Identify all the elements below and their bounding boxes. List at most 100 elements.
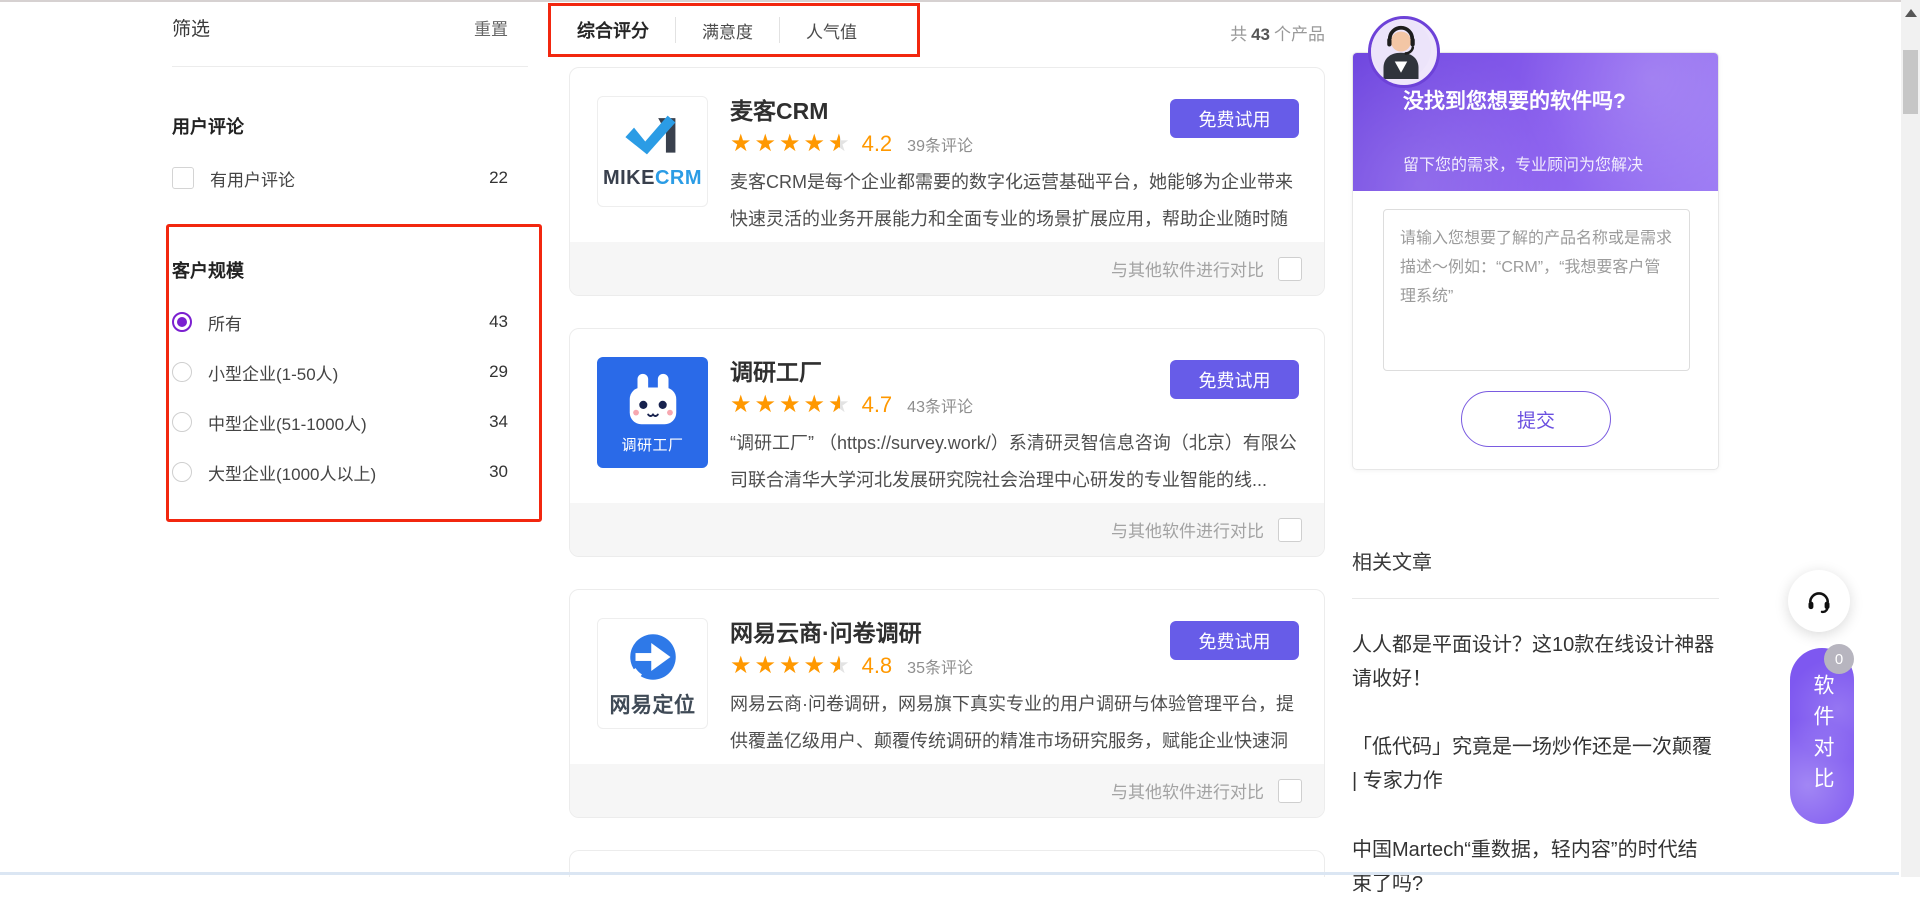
filter-sidebar: 筛选 重置 用户评论 有用户评论 22 客户规模 所有 43 小型企业(1-50… (172, 2, 528, 485)
software-compare-label: 软件对比 (1811, 674, 1834, 798)
product-card-survey-factory: 调研工厂 调研工厂 4.7 43条评论 “调研工厂” （https://surv… (569, 328, 1325, 557)
netease-logo-text: 网易定位 (609, 693, 696, 717)
product-description: 麦客CRM是每个企业都需要的数字化运营基础平台，她能够为企业带来快速灵活的业务开… (730, 172, 1293, 229)
headset-icon (1808, 592, 1830, 614)
filter-section-title-reviews: 用户评论 (172, 117, 244, 137)
filter-option-medium[interactable]: 中型企业(51-1000人) 34 (172, 409, 528, 435)
star-icon (755, 131, 777, 157)
filter-option-small[interactable]: 小型企业(1-50人) 29 (172, 359, 528, 385)
filter-option-count: 30 (489, 462, 508, 481)
filter-option-count: 34 (489, 412, 508, 431)
filter-option-large[interactable]: 大型企业(1000人以上) 30 (172, 459, 528, 485)
star-icon (779, 653, 801, 679)
filter-option-count: 29 (489, 362, 508, 381)
rating-row: 4.8 35条评论 (730, 652, 973, 680)
filter-option-count: 43 (489, 312, 508, 331)
filter-reset-button[interactable]: 重置 (474, 15, 508, 40)
rating-value: 4.7 (861, 392, 893, 417)
tab-popularity[interactable]: 人气值 (780, 18, 883, 43)
radio-all-selected[interactable] (172, 312, 192, 332)
reviews-count[interactable]: 35条评论 (907, 654, 973, 678)
reviews-count[interactable]: 39条评论 (907, 132, 973, 156)
page-bottom-edge (0, 872, 1899, 875)
free-trial-button[interactable]: 免费试用 (1170, 99, 1299, 138)
compare-count-badge: 0 (1824, 644, 1854, 674)
product-list: MIKECRM 麦客CRM 4.2 39条评论 麦客CRM是每个企业都需要的数字… (569, 67, 1325, 877)
star-icon (804, 131, 826, 157)
scrollbar-up-arrow-icon[interactable] (1905, 9, 1917, 17)
survey-factory-logo-text: 调研工厂 (621, 437, 684, 454)
product-title[interactable]: 网易云商·问卷调研 (730, 614, 922, 648)
product-title[interactable]: 麦客CRM (730, 92, 828, 126)
compare-label: 与其他软件进行对比 (1111, 783, 1264, 802)
rating-value: 4.8 (861, 653, 893, 678)
request-textarea[interactable] (1383, 209, 1690, 371)
radio-medium[interactable] (172, 412, 192, 432)
product-card-mikecrm: MIKECRM 麦客CRM 4.2 39条评论 麦客CRM是每个企业都需要的数字… (569, 67, 1325, 296)
rating-value: 4.2 (861, 131, 893, 156)
compare-bar: 与其他软件进行对比 (570, 503, 1324, 556)
product-logo-netease[interactable]: 网易定位 (597, 618, 708, 729)
product-logo-survey-factory[interactable]: 调研工厂 (597, 357, 708, 468)
star-icon (730, 653, 752, 679)
customer-service-button[interactable] (1788, 570, 1850, 632)
star-icon (779, 131, 801, 157)
products-total-count: 43 (1251, 25, 1270, 44)
request-card: 没找到您想要的软件吗? 留下您的需求，专业顾问为您解决 提交 (1352, 52, 1719, 470)
software-compare-button[interactable]: 软件对比 (1790, 648, 1854, 824)
radio-small[interactable] (172, 362, 192, 382)
compare-bar: 与其他软件进行对比 (570, 764, 1324, 817)
checkbox-has-reviews[interactable] (172, 167, 194, 189)
rating-row: 4.7 43条评论 (730, 391, 973, 419)
star-icon (804, 392, 826, 418)
compare-label: 与其他软件进行对比 (1111, 261, 1264, 280)
filter-divider (172, 66, 528, 67)
star-half-icon (828, 653, 850, 679)
tab-satisfaction[interactable]: 满意度 (676, 18, 779, 43)
filter-header: 筛选 重置 (172, 2, 528, 52)
filter-option-label: 小型企业(1-50人) (208, 364, 339, 384)
article-link[interactable]: 「低代码」究竟是一场炒作还是一次颠覆 | 专家力作 (1352, 730, 1716, 798)
article-link[interactable]: 人人都是平面设计？这10款在线设计神器请收好！ (1352, 628, 1716, 696)
compare-checkbox[interactable] (1278, 517, 1302, 542)
compare-bar: 与其他软件进行对比 (570, 242, 1324, 295)
scrollbar-thumb[interactable] (1903, 50, 1918, 114)
compare-checkbox[interactable] (1278, 256, 1302, 281)
sort-tabs-annotation-box: 综合评分 满意度 人气值 (548, 3, 920, 57)
rating-row: 4.2 39条评论 (730, 130, 973, 158)
star-icon (755, 653, 777, 679)
star-icon (779, 392, 801, 418)
star-icon (755, 392, 777, 418)
free-trial-button[interactable]: 免费试用 (1170, 621, 1299, 660)
submit-button[interactable]: 提交 (1461, 391, 1611, 447)
netease-arrow-icon (629, 633, 676, 680)
products-total: 共 43 个产品 (1230, 25, 1325, 44)
tab-overall-rating[interactable]: 综合评分 (551, 17, 675, 43)
filter-option-has-reviews[interactable]: 有用户评论 22 (172, 165, 528, 191)
vertical-scrollbar[interactable] (1901, 0, 1920, 877)
star-icon (804, 653, 826, 679)
star-half-icon (828, 131, 850, 157)
product-description: 网易云商·问卷调研，网易旗下真实专业的用户调研与体验管理平台，提供覆盖亿级用户、… (730, 694, 1294, 751)
product-title[interactable]: 调研工厂 (730, 353, 822, 387)
star-half-icon (828, 392, 850, 418)
mikecrm-mark-icon (624, 115, 675, 155)
filter-title: 筛选 (172, 18, 211, 40)
star-icon (730, 131, 752, 157)
product-card-netease-survey: 网易定位 网易云商·问卷调研 4.8 35条评论 网易云商·问卷调研，网易旗下真… (569, 589, 1325, 818)
filter-section-title-scale: 客户规模 (172, 261, 244, 281)
compare-label: 与其他软件进行对比 (1111, 522, 1264, 541)
article-link[interactable]: 中国Martech“重数据，轻内容”的时代结束了吗? (1352, 833, 1716, 901)
filter-option-label: 所有 (208, 314, 242, 334)
free-trial-button[interactable]: 免费试用 (1170, 360, 1299, 399)
product-logo-mikecrm[interactable]: MIKECRM (597, 96, 708, 207)
compare-checkbox[interactable] (1278, 778, 1302, 803)
reviews-count[interactable]: 43条评论 (907, 393, 973, 417)
filter-option-label: 中型企业(51-1000人) (208, 414, 367, 434)
agent-photo-icon (1371, 19, 1431, 79)
product-description: “调研工厂” （https://survey.work/）系清研灵智信息咨询（北… (730, 433, 1297, 490)
star-icon (730, 392, 752, 418)
radio-large[interactable] (172, 462, 192, 482)
filter-option-all[interactable]: 所有 43 (172, 309, 528, 335)
related-articles-title: 相关文章 (1352, 552, 1432, 574)
